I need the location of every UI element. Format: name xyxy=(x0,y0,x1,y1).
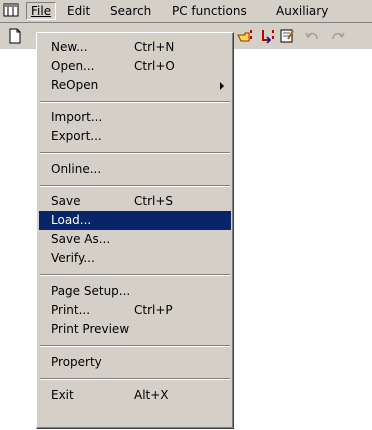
menu-separator xyxy=(40,274,230,276)
menu-item-open[interactable]: Open... Ctrl+O xyxy=(39,57,231,76)
menu-item-save-as[interactable]: Save As... xyxy=(39,230,231,249)
redo-icon[interactable] xyxy=(328,27,346,45)
menu-pc-functions[interactable]: PC functions xyxy=(168,3,251,19)
menu-item-import[interactable]: Import... xyxy=(39,108,231,127)
menu-separator xyxy=(40,152,230,154)
menu-item-property[interactable]: Property xyxy=(39,353,231,372)
menu-item-reopen[interactable]: ReOpen xyxy=(39,76,231,95)
undo-icon[interactable] xyxy=(304,27,322,45)
ladder-step-icon[interactable] xyxy=(258,27,276,45)
menu-separator xyxy=(40,101,230,103)
hand-point-icon[interactable] xyxy=(236,27,254,45)
menu-separator xyxy=(40,185,230,187)
application-window-icon[interactable] xyxy=(3,2,19,18)
menu-auxiliary[interactable]: Auxiliary xyxy=(272,3,332,19)
menu-separator xyxy=(40,378,230,380)
submenu-arrow-icon xyxy=(220,82,224,90)
menu-item-online[interactable]: Online... xyxy=(39,160,231,179)
notepad-icon[interactable] xyxy=(278,27,296,45)
menu-item-export[interactable]: Export... xyxy=(39,127,231,146)
menu-item-load[interactable]: Load... xyxy=(39,211,231,230)
new-document-icon[interactable] xyxy=(6,27,24,45)
menu-edit[interactable]: Edit xyxy=(63,3,94,19)
menu-item-save[interactable]: Save Ctrl+S xyxy=(39,192,231,211)
menu-item-new[interactable]: New... Ctrl+N xyxy=(39,38,231,57)
menu-bar: File Edit Search PC functions Auxiliary xyxy=(0,0,372,23)
menu-item-print[interactable]: Print... Ctrl+P xyxy=(39,301,231,320)
menu-item-exit[interactable]: Exit Alt+X xyxy=(39,386,231,405)
menu-item-print-preview[interactable]: Print Preview xyxy=(39,320,231,339)
menu-search[interactable]: Search xyxy=(106,3,155,19)
menu-separator xyxy=(40,345,230,347)
menu-item-page-setup[interactable]: Page Setup... xyxy=(39,282,231,301)
menu-item-verify[interactable]: Verify... xyxy=(39,249,231,268)
file-menu-dropdown: New... Ctrl+N Open... Ctrl+O ReOpen Impo… xyxy=(36,32,234,429)
menu-file[interactable]: File xyxy=(26,2,57,20)
